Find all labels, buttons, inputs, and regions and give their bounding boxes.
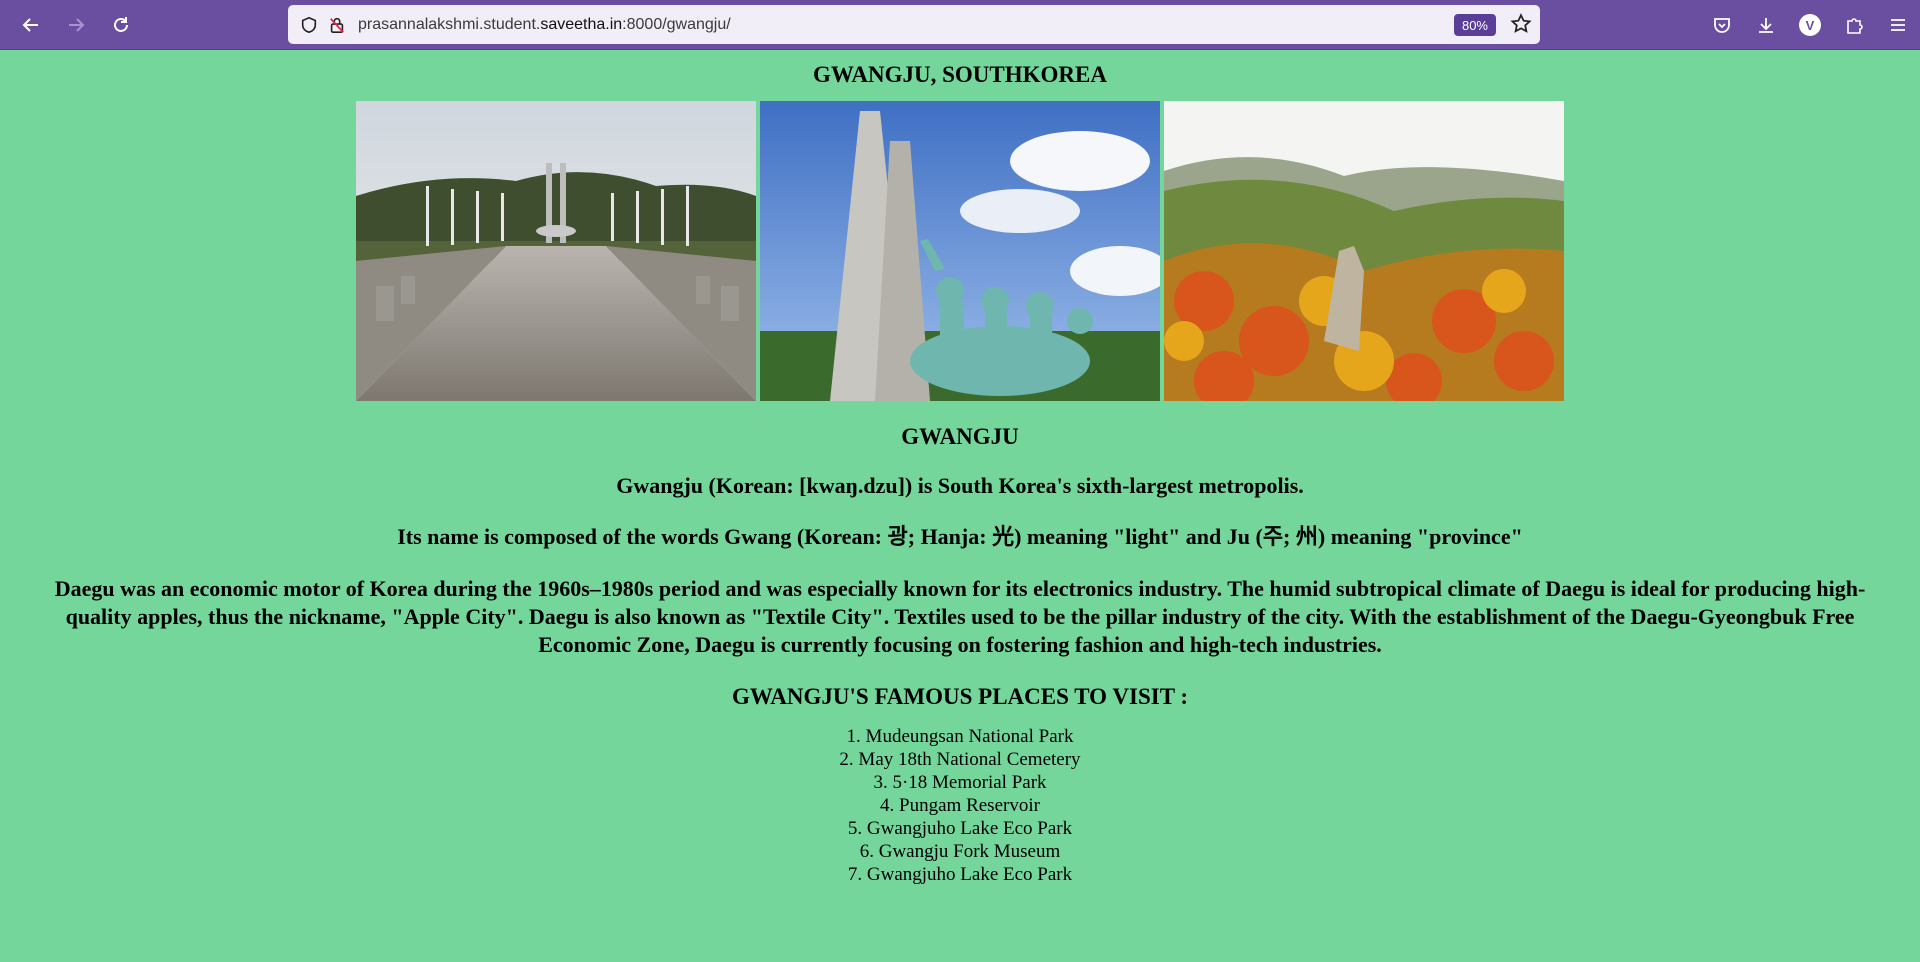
back-button[interactable] — [8, 0, 53, 50]
memorial-photo — [760, 101, 1160, 401]
bookmark-star-icon[interactable] — [1510, 13, 1532, 35]
list-item: 2. May 18th National Cemetery — [839, 749, 1081, 770]
list-item: 6. Gwangju Fork Museum — [859, 841, 1061, 862]
puzzle-icon — [1847, 18, 1863, 34]
list-item: 1. Mudeungsan National Park — [846, 726, 1074, 747]
insecure-lock-icon[interactable] — [326, 14, 348, 36]
extensions-button[interactable] — [1832, 0, 1876, 50]
pocket-button[interactable] — [1700, 0, 1744, 50]
places-list: 1. Mudeungsan National Park 2. May 18th … — [0, 725, 1920, 886]
mountain-photo — [1164, 101, 1564, 401]
reload-button[interactable] — [98, 0, 143, 50]
page-content: GWANGJU, SOUTHKOREA GWANGJU Gwangju (Kor… — [0, 61, 1920, 886]
places-heading: GWANGJU'S FAMOUS PLACES TO VISIT : — [731, 684, 1189, 709]
download-icon — [1759, 18, 1773, 33]
list-item: 4. Pungam Reservoir — [880, 795, 1040, 816]
downloads-button[interactable] — [1744, 0, 1788, 50]
intro-text: Gwangju (Korean: [kwaŋ.dzu]) is South Ko… — [616, 473, 1304, 498]
menu-button[interactable] — [1876, 0, 1920, 50]
list-item: 7. Gwangjuho Lake Eco Park — [847, 864, 1073, 885]
list-item: 3. 5·18 Memorial Park — [873, 772, 1047, 793]
avatar: V — [1799, 14, 1821, 36]
list-item: 5. Gwangjuho Lake Eco Park — [847, 818, 1073, 839]
image-gallery — [0, 101, 1920, 401]
account-button[interactable]: V — [1788, 0, 1832, 50]
forward-arrow-icon — [68, 17, 84, 32]
page-title: GWANGJU, SOUTHKOREA — [813, 62, 1107, 87]
browser-toolbar: prasannalakshmi.student.saveetha.in:8000… — [0, 0, 1920, 50]
zoom-indicator[interactable]: 80% — [1453, 14, 1496, 36]
description-paragraph: Daegu was an economic motor of Korea dur… — [54, 576, 1866, 657]
url-text[interactable]: prasannalakshmi.student.saveetha.in:8000… — [358, 16, 731, 34]
cemetery-photo — [356, 101, 756, 401]
pocket-icon — [1714, 18, 1730, 33]
shield-icon[interactable] — [298, 14, 320, 36]
address-bar[interactable]: prasannalakshmi.student.saveetha.in:8000… — [288, 5, 1540, 44]
section-heading: GWANGJU — [901, 424, 1019, 449]
name-origin-text: Its name is composed of the words Gwang … — [397, 524, 1523, 549]
back-arrow-icon — [22, 17, 38, 32]
reload-icon — [113, 16, 128, 32]
forward-button[interactable] — [53, 0, 98, 50]
hamburger-menu-icon — [1891, 19, 1905, 31]
